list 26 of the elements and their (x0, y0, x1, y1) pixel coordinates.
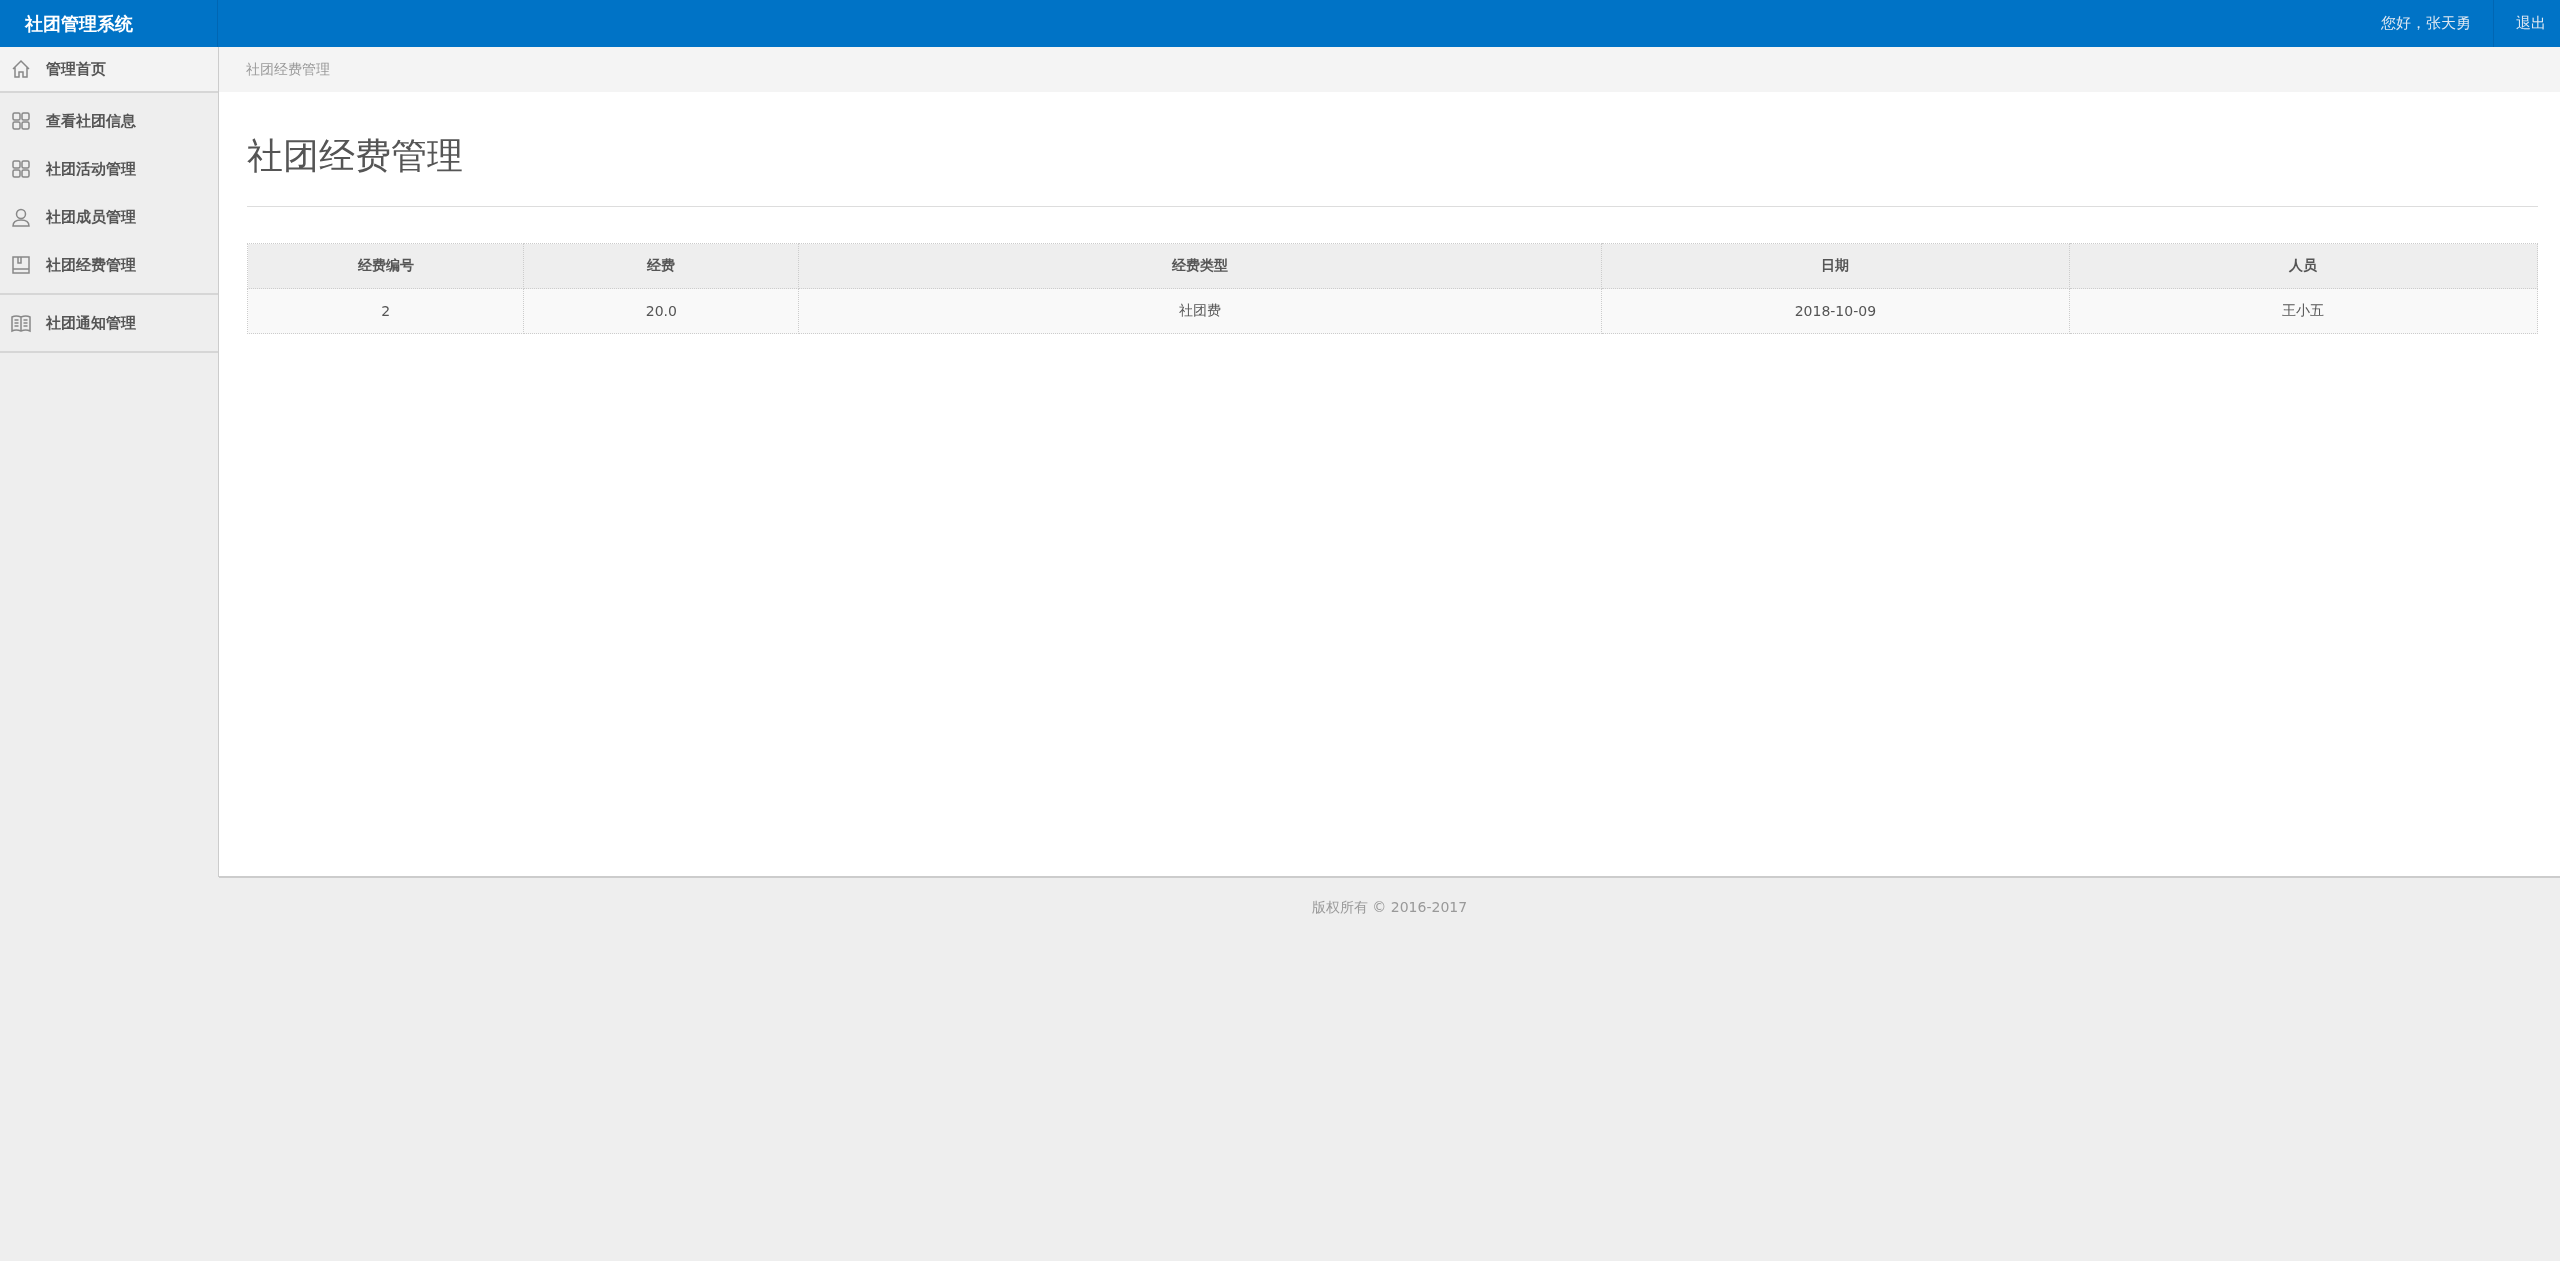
sidebar-item[interactable]: 社团通知管理 (0, 299, 218, 347)
page-title: 社团经费管理 (247, 134, 464, 178)
breadcrumb: 社团经费管理 (219, 47, 2560, 92)
table-cell: 2018-10-09 (1601, 288, 2070, 334)
open-book-icon (10, 312, 32, 334)
grid-icon (10, 110, 32, 132)
column-header: 经费类型 (798, 243, 1602, 289)
column-header: 人员 (2069, 243, 2538, 289)
grid-icon (10, 158, 32, 180)
column-header: 经费编号 (247, 243, 524, 289)
table-cell: 20.0 (523, 288, 799, 334)
sidebar-item[interactable]: 管理首页 (0, 47, 218, 91)
book-icon (10, 254, 32, 276)
column-header: 经费 (523, 243, 799, 289)
sidebar-item[interactable]: 社团经费管理 (0, 241, 218, 289)
user-icon (10, 206, 32, 228)
sidebar-item[interactable]: 社团成员管理 (0, 193, 218, 241)
column-header: 日期 (1601, 243, 2070, 289)
table-cell: 王小五 (2069, 288, 2538, 334)
table-cell: 社团费 (798, 288, 1602, 334)
home-icon (10, 58, 32, 80)
copyright-text: 版权所有 © 2016-2017 (1310, 898, 1469, 917)
logout-link[interactable]: 退出 (2494, 14, 2560, 33)
sidebar-item[interactable]: 查看社团信息 (0, 97, 218, 145)
table-cell: 2 (247, 288, 524, 334)
sidebar-item[interactable]: 社团活动管理 (0, 145, 218, 193)
